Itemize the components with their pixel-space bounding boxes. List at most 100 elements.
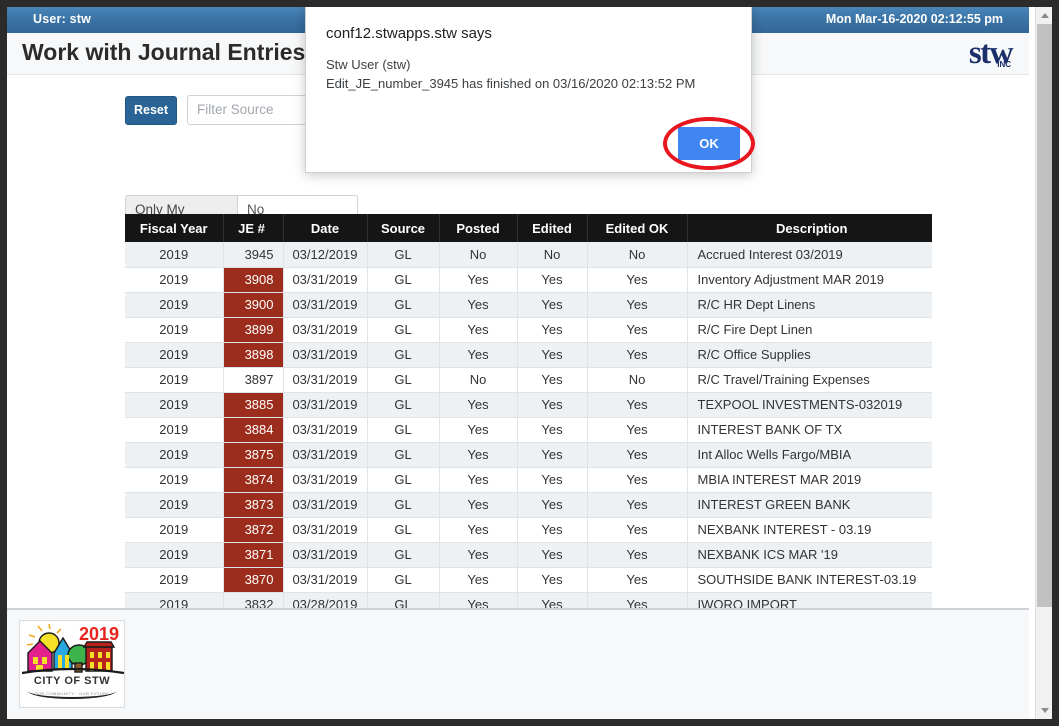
cell-source[interactable]: GL (367, 467, 440, 493)
cell-edited_ok[interactable]: Yes (587, 467, 688, 493)
cell-edited[interactable]: Yes (517, 517, 588, 543)
cell-posted[interactable]: Yes (439, 492, 518, 518)
scroll-up-button[interactable] (1036, 7, 1052, 24)
cell-source[interactable]: GL (367, 392, 440, 418)
table-row[interactable]: 2019 3832 03/28/2019 GL Yes Yes Yes IWORQ IMPOR… (125, 592, 932, 608)
cell-je[interactable]: 3871 (223, 542, 284, 568)
cell-je[interactable]: 3908 (223, 267, 284, 293)
cell-fiscal_year[interactable]: 2019 (125, 392, 224, 418)
cell-posted[interactable]: Yes (439, 467, 518, 493)
cell-je[interactable]: 3897 (223, 367, 284, 393)
cell-posted[interactable]: Yes (439, 292, 518, 318)
cell-date[interactable]: 03/12/2019 (283, 242, 368, 268)
cell-je[interactable]: 3884 (223, 417, 284, 443)
cell-source[interactable]: GL (367, 317, 440, 343)
cell-source[interactable]: GL (367, 592, 440, 608)
column-header-fiscal-year[interactable]: Fiscal Year (125, 214, 224, 242)
cell-edited_ok[interactable]: Yes (587, 517, 688, 543)
cell-date[interactable]: 03/31/2019 (283, 342, 368, 368)
cell-posted[interactable]: Yes (439, 517, 518, 543)
cell-je[interactable]: 3899 (223, 317, 284, 343)
cell-date[interactable]: 03/31/2019 (283, 442, 368, 468)
cell-date[interactable]: 03/31/2019 (283, 517, 368, 543)
cell-edited_ok[interactable]: Yes (587, 292, 688, 318)
cell-description[interactable]: NEXBANK INTEREST - 03.19 (687, 517, 932, 543)
cell-posted[interactable]: No (439, 242, 518, 268)
column-header-je-number[interactable]: JE # (223, 214, 284, 242)
cell-date[interactable]: 03/31/2019 (283, 567, 368, 593)
column-header-source[interactable]: Source (367, 214, 440, 242)
column-header-edited[interactable]: Edited (517, 214, 588, 242)
cell-source[interactable]: GL (367, 417, 440, 443)
column-header-date[interactable]: Date (283, 214, 368, 242)
cell-edited_ok[interactable]: No (587, 242, 688, 268)
cell-je[interactable]: 3874 (223, 467, 284, 493)
table-row[interactable]: 2019 3899 03/31/2019 GL Yes Yes Yes R/C Fire De… (125, 317, 932, 343)
cell-description[interactable]: R/C HR Dept Linens (687, 292, 932, 318)
table-row[interactable]: 2019 3898 03/31/2019 GL Yes Yes Yes R/C Office … (125, 342, 932, 368)
cell-posted[interactable]: Yes (439, 442, 518, 468)
cell-source[interactable]: GL (367, 517, 440, 543)
cell-description[interactable]: SOUTHSIDE BANK INTEREST-03.19 (687, 567, 932, 593)
cell-edited_ok[interactable]: Yes (587, 567, 688, 593)
cell-description[interactable]: IWORQ IMPORT (687, 592, 932, 608)
cell-je[interactable]: 3873 (223, 492, 284, 518)
table-row[interactable]: 2019 3870 03/31/2019 GL Yes Yes Yes SOUTHSIDE B… (125, 567, 932, 593)
cell-description[interactable]: R/C Travel/Training Expenses (687, 367, 932, 393)
cell-edited[interactable]: Yes (517, 567, 588, 593)
cell-description[interactable]: INTEREST GREEN BANK (687, 492, 932, 518)
cell-source[interactable]: GL (367, 442, 440, 468)
cell-source[interactable]: GL (367, 267, 440, 293)
cell-description[interactable]: MBIA INTEREST MAR 2019 (687, 467, 932, 493)
cell-edited[interactable]: Yes (517, 492, 588, 518)
cell-description[interactable]: R/C Office Supplies (687, 342, 932, 368)
cell-edited_ok[interactable]: Yes (587, 392, 688, 418)
cell-fiscal_year[interactable]: 2019 (125, 367, 224, 393)
cell-edited[interactable]: Yes (517, 317, 588, 343)
cell-fiscal_year[interactable]: 2019 (125, 467, 224, 493)
cell-date[interactable]: 03/31/2019 (283, 267, 368, 293)
cell-fiscal_year[interactable]: 2019 (125, 442, 224, 468)
scroll-down-button[interactable] (1036, 702, 1052, 719)
cell-fiscal_year[interactable]: 2019 (125, 292, 224, 318)
table-row[interactable]: 2019 3945 03/12/2019 GL No No No Accrued Intere… (125, 242, 932, 268)
cell-date[interactable]: 03/31/2019 (283, 542, 368, 568)
cell-description[interactable]: Int Alloc Wells Fargo/MBIA (687, 442, 932, 468)
cell-edited[interactable]: Yes (517, 417, 588, 443)
cell-edited[interactable]: No (517, 242, 588, 268)
cell-fiscal_year[interactable]: 2019 (125, 417, 224, 443)
scrollbar-thumb[interactable] (1037, 24, 1052, 607)
cell-je[interactable]: 3900 (223, 292, 284, 318)
cell-date[interactable]: 03/31/2019 (283, 392, 368, 418)
cell-source[interactable]: GL (367, 567, 440, 593)
cell-posted[interactable]: Yes (439, 392, 518, 418)
table-row[interactable]: 2019 3884 03/31/2019 GL Yes Yes Yes INTEREST BA… (125, 417, 932, 443)
table-row[interactable]: 2019 3885 03/31/2019 GL Yes Yes Yes TEXPOOL INV… (125, 392, 932, 418)
cell-edited[interactable]: Yes (517, 342, 588, 368)
cell-fiscal_year[interactable]: 2019 (125, 242, 224, 268)
cell-source[interactable]: GL (367, 542, 440, 568)
cell-edited_ok[interactable]: No (587, 367, 688, 393)
cell-edited_ok[interactable]: Yes (587, 442, 688, 468)
table-row[interactable]: 2019 3873 03/31/2019 GL Yes Yes Yes INTEREST GR… (125, 492, 932, 518)
cell-fiscal_year[interactable]: 2019 (125, 492, 224, 518)
vertical-scrollbar[interactable] (1035, 7, 1052, 719)
cell-date[interactable]: 03/31/2019 (283, 317, 368, 343)
cell-posted[interactable]: Yes (439, 567, 518, 593)
cell-posted[interactable]: No (439, 367, 518, 393)
cell-edited_ok[interactable]: Yes (587, 317, 688, 343)
cell-edited[interactable]: Yes (517, 367, 588, 393)
cell-je[interactable]: 3945 (223, 242, 284, 268)
cell-date[interactable]: 03/31/2019 (283, 292, 368, 318)
cell-edited[interactable]: Yes (517, 442, 588, 468)
cell-edited_ok[interactable]: Yes (587, 342, 688, 368)
cell-fiscal_year[interactable]: 2019 (125, 342, 224, 368)
cell-je[interactable]: 3832 (223, 592, 284, 608)
cell-fiscal_year[interactable]: 2019 (125, 317, 224, 343)
cell-posted[interactable]: Yes (439, 267, 518, 293)
cell-source[interactable]: GL (367, 367, 440, 393)
cell-description[interactable]: NEXBANK ICS MAR '19 (687, 542, 932, 568)
cell-je[interactable]: 3872 (223, 517, 284, 543)
cell-date[interactable]: 03/28/2019 (283, 592, 368, 608)
cell-date[interactable]: 03/31/2019 (283, 367, 368, 393)
